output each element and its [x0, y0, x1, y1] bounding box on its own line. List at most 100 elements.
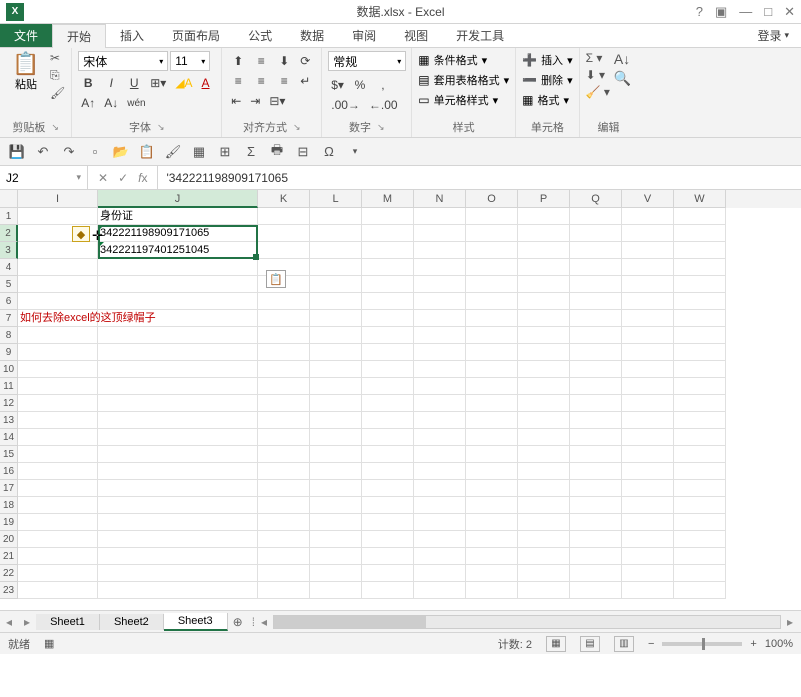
cell[interactable]	[674, 480, 726, 497]
cell[interactable]	[18, 293, 98, 310]
accounting-button[interactable]: $▾	[328, 75, 347, 95]
cell[interactable]	[310, 276, 362, 293]
cell[interactable]: 如何去除excel的这顶绿帽子	[18, 310, 98, 327]
tab-file[interactable]: 文件	[0, 24, 52, 47]
cell[interactable]	[518, 310, 570, 327]
cell[interactable]	[518, 497, 570, 514]
row-header[interactable]: 12	[0, 395, 18, 412]
hscroll-right-icon[interactable]: ▸	[783, 615, 797, 629]
cell[interactable]	[674, 293, 726, 310]
zoom-slider[interactable]	[662, 642, 742, 646]
cell[interactable]	[466, 327, 518, 344]
cell[interactable]	[18, 259, 98, 276]
cell[interactable]	[258, 208, 310, 225]
cell[interactable]	[98, 344, 258, 361]
tab-review[interactable]: 审阅	[338, 24, 390, 47]
cell[interactable]	[362, 463, 414, 480]
cell[interactable]	[18, 378, 98, 395]
qat-paste-button[interactable]: 📋	[138, 143, 156, 161]
row-header[interactable]: 15	[0, 446, 18, 463]
cell[interactable]	[18, 463, 98, 480]
comma-button[interactable]: ,	[373, 75, 393, 95]
sort-filter-button[interactable]: A↓	[614, 51, 631, 67]
cell[interactable]	[310, 378, 362, 395]
wrap-text-button[interactable]: ↵	[297, 71, 313, 91]
cell[interactable]	[466, 378, 518, 395]
cell[interactable]	[310, 514, 362, 531]
increase-decimal-button[interactable]: .00→	[328, 95, 363, 115]
cell[interactable]	[310, 531, 362, 548]
cell[interactable]	[414, 208, 466, 225]
cell[interactable]	[310, 548, 362, 565]
cell[interactable]	[622, 480, 674, 497]
cell[interactable]	[518, 327, 570, 344]
cell[interactable]	[674, 310, 726, 327]
cell[interactable]	[570, 514, 622, 531]
alignment-dialog-icon[interactable]: ↘	[293, 122, 301, 133]
cell[interactable]	[362, 361, 414, 378]
cell[interactable]	[414, 582, 466, 599]
cell[interactable]	[414, 225, 466, 242]
select-all-corner[interactable]	[0, 190, 18, 208]
qat-new-button[interactable]: ▫	[86, 143, 104, 161]
cell[interactable]	[570, 208, 622, 225]
cell[interactable]	[258, 565, 310, 582]
cell[interactable]	[414, 293, 466, 310]
cell[interactable]: 342221197401251045	[98, 242, 258, 259]
cell[interactable]	[674, 565, 726, 582]
cell[interactable]	[466, 497, 518, 514]
cell[interactable]	[258, 429, 310, 446]
cell[interactable]	[18, 446, 98, 463]
decrease-indent-button[interactable]: ⇤	[228, 91, 244, 111]
qat-print-button[interactable]: 🖶	[268, 143, 286, 161]
cell[interactable]	[674, 242, 726, 259]
cell[interactable]: 342221198909171065	[98, 225, 258, 242]
cut-button[interactable]: ✂	[50, 51, 65, 65]
cell[interactable]	[310, 429, 362, 446]
col-header-V[interactable]: V	[622, 190, 674, 208]
align-bottom-button[interactable]: ⬇	[274, 51, 294, 71]
cell[interactable]	[622, 225, 674, 242]
cell[interactable]	[98, 276, 258, 293]
cell[interactable]	[674, 548, 726, 565]
cell[interactable]	[18, 344, 98, 361]
cell[interactable]	[362, 276, 414, 293]
tab-data[interactable]: 数据	[286, 24, 338, 47]
cell[interactable]	[310, 327, 362, 344]
sheet-nav-next[interactable]: ▸	[18, 615, 36, 629]
cell[interactable]	[414, 378, 466, 395]
cell[interactable]	[362, 225, 414, 242]
cell[interactable]	[518, 429, 570, 446]
row-header[interactable]: 21	[0, 548, 18, 565]
cell[interactable]	[622, 565, 674, 582]
cell[interactable]	[622, 242, 674, 259]
cell[interactable]	[18, 327, 98, 344]
cell[interactable]	[18, 531, 98, 548]
cell[interactable]	[466, 395, 518, 412]
cell[interactable]	[674, 531, 726, 548]
undo-button[interactable]: ↶	[34, 143, 52, 161]
underline-button[interactable]: U	[124, 73, 144, 93]
cell[interactable]	[622, 293, 674, 310]
number-format-select[interactable]: 常规▾	[328, 51, 406, 71]
redo-button[interactable]: ↷	[60, 143, 78, 161]
qat-preview-button[interactable]: ▦	[190, 143, 208, 161]
qat-customize-button[interactable]: ▾	[346, 143, 364, 161]
cell[interactable]	[98, 293, 258, 310]
fill-button[interactable]: ⬇ ▾	[586, 68, 610, 82]
cell[interactable]	[362, 259, 414, 276]
cell[interactable]	[674, 514, 726, 531]
cell[interactable]	[622, 514, 674, 531]
cell[interactable]	[258, 531, 310, 548]
cell[interactable]	[674, 446, 726, 463]
cell[interactable]	[18, 361, 98, 378]
cell[interactable]	[570, 276, 622, 293]
cell[interactable]	[518, 531, 570, 548]
view-pagelayout-button[interactable]: ▤	[580, 636, 600, 652]
align-center-button[interactable]: ≡	[251, 71, 271, 91]
cell[interactable]	[466, 582, 518, 599]
cell[interactable]	[466, 225, 518, 242]
cell[interactable]	[518, 480, 570, 497]
row-header[interactable]: 3	[0, 242, 18, 259]
col-header-P[interactable]: P	[518, 190, 570, 208]
